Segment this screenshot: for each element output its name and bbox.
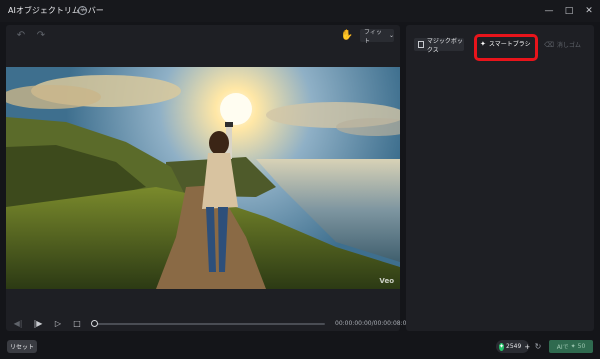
apply-label: AIで — [556, 344, 569, 351]
play-icon[interactable]: ▷ — [52, 318, 64, 330]
credit-cost-icon: ✦ — [570, 343, 576, 350]
eraser-icon: ⌫ — [544, 40, 554, 49]
credits-badge[interactable]: ✦ 2549 + — [496, 340, 530, 353]
timeline-track[interactable] — [92, 323, 325, 325]
stop-icon[interactable]: □ — [71, 318, 83, 330]
credits-count: 2549 — [506, 343, 522, 350]
help-icon[interactable]: ? — [78, 6, 87, 15]
smart-brush-tool[interactable]: ✦ スマートブラシ — [480, 39, 531, 49]
maximize-icon[interactable]: □ — [562, 4, 576, 18]
apply-cost: 50 — [577, 343, 586, 350]
zoom-label: フィット — [364, 28, 382, 45]
previous-frame-icon[interactable]: ◀| — [12, 318, 24, 330]
redo-icon[interactable]: ↷ — [34, 30, 48, 42]
add-credits-icon[interactable]: + — [524, 343, 530, 351]
smart-brush-label: スマートブラシ — [488, 41, 531, 48]
credit-coin-icon: ✦ — [499, 342, 505, 351]
tools-panel — [406, 25, 594, 331]
magic-box-icon — [418, 41, 424, 48]
zoom-select[interactable]: フィット ⌄ — [360, 28, 394, 45]
minimize-icon[interactable]: — — [542, 4, 556, 18]
next-frame-icon[interactable]: |▶ — [32, 318, 44, 330]
close-icon[interactable]: ✕ — [582, 4, 596, 18]
video-frame-image — [6, 67, 400, 289]
window-title: AIオブジェクトリムーバー — [8, 6, 104, 15]
eraser-tool[interactable]: ⌫ 消しゴム — [544, 40, 581, 50]
video-preview[interactable]: Veo — [6, 67, 400, 289]
refresh-icon[interactable]: ↻ — [532, 340, 544, 353]
watermark-text: Veo — [379, 277, 394, 285]
reset-button[interactable]: リセット — [7, 340, 37, 353]
timeline-playhead[interactable] — [91, 320, 98, 327]
hand-pan-icon[interactable]: ✋ — [340, 29, 354, 43]
magic-box-tool[interactable]: マジックボックス — [414, 37, 464, 54]
chevron-down-icon: ⌄ — [388, 32, 394, 39]
brush-icon: ✦ — [480, 39, 486, 48]
reset-label: リセット — [9, 344, 34, 351]
undo-icon[interactable]: ↶ — [14, 30, 28, 42]
magic-box-label: マジックボックス — [426, 37, 463, 54]
timecode: 00:00:00:00/00:00:08:00 — [335, 320, 411, 327]
apply-ai-button[interactable]: AIで ✦ 50 — [549, 340, 593, 353]
eraser-label: 消しゴム — [556, 42, 581, 49]
